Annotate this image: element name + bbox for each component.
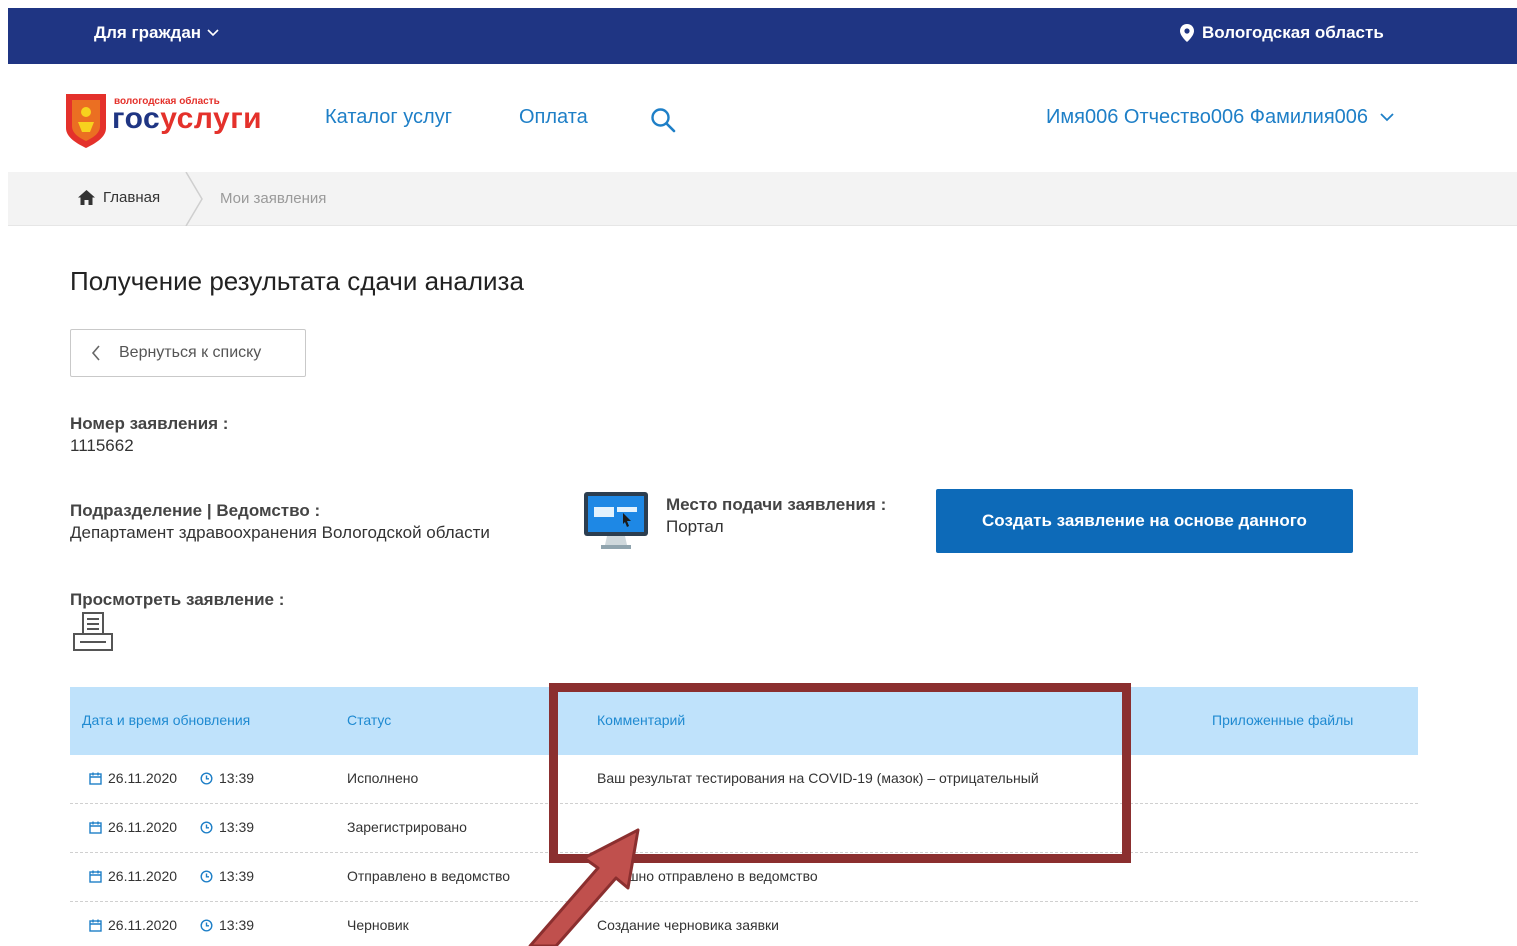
back-to-list-button[interactable]: Вернуться к списку xyxy=(70,329,306,377)
table-row: 26.11.2020 13:39 Исполнено Ваш результат… xyxy=(70,755,1418,804)
logo-name-text: госуслуги xyxy=(112,102,263,135)
top-bar: Для граждан Вологодская область xyxy=(8,8,1517,64)
table-row: 26.11.2020 13:39 Зарегистрировано xyxy=(70,804,1418,853)
region-label: Вологодская область xyxy=(1202,23,1384,42)
user-name: Имя006 Отчество006 Фамилия006 xyxy=(1046,106,1369,128)
row-date: 26.11.2020 xyxy=(89,917,177,933)
table-row: 26.11.2020 13:39 Черновик Создание черно… xyxy=(70,902,1418,946)
region-selector[interactable]: Вологодская область xyxy=(1180,23,1384,43)
clock-icon xyxy=(200,820,213,834)
row-date: 26.11.2020 xyxy=(89,868,177,884)
chevron-left-icon xyxy=(91,345,100,361)
department-label: Подразделение | Ведомство : xyxy=(70,501,321,520)
for-citizens-label: Для граждан xyxy=(94,23,202,42)
calendar-icon xyxy=(89,919,102,932)
breadcrumb-home-label: Главная xyxy=(103,189,161,206)
column-header-comment[interactable]: Комментарий xyxy=(597,712,685,728)
breadcrumb-current: Мои заявления xyxy=(220,190,327,207)
column-header-files[interactable]: Приложенные файлы xyxy=(1212,712,1353,728)
row-comment: Ваш результат тестирования на COVID-19 (… xyxy=(597,770,1039,786)
row-status: Исполнено xyxy=(347,770,419,786)
gosuslugi-logo[interactable]: вологодская область госуслуги xyxy=(64,92,284,150)
row-time: 13:39 xyxy=(200,917,254,933)
clock-icon xyxy=(200,918,213,932)
column-header-datetime[interactable]: Дата и время обновления xyxy=(82,712,250,728)
breadcrumb-home-link[interactable]: Главная xyxy=(78,189,160,206)
nav-payment-link[interactable]: Оплата xyxy=(519,106,588,129)
application-number-label: Номер заявления : xyxy=(70,414,229,433)
row-status: Черновик xyxy=(347,917,409,933)
user-menu[interactable]: Имя006 Отчество006 Фамилия006 xyxy=(1046,106,1394,129)
row-status: Зарегистрировано xyxy=(347,819,467,835)
nav-catalog-link[interactable]: Каталог услуг xyxy=(325,106,452,129)
clock-icon xyxy=(200,869,213,883)
page-title: Получение результата сдачи анализа xyxy=(70,266,524,296)
search-icon[interactable] xyxy=(650,107,676,133)
home-icon xyxy=(78,190,95,205)
row-time: 13:39 xyxy=(200,819,254,835)
calendar-icon xyxy=(89,870,102,883)
for-citizens-menu[interactable]: Для граждан xyxy=(94,23,219,43)
application-number-value: 1115662 xyxy=(70,436,134,455)
row-status: Отправлено в ведомство xyxy=(347,868,511,884)
column-header-status[interactable]: Статус xyxy=(347,712,391,728)
chevron-down-icon xyxy=(1380,113,1394,122)
view-application-label: Просмотреть заявление : xyxy=(70,590,285,609)
location-pin-icon xyxy=(1180,24,1194,42)
site-header: вологодская область госуслуги Каталог ус… xyxy=(8,64,1517,172)
coat-of-arms-icon xyxy=(66,94,106,148)
create-from-this-button[interactable]: Создать заявление на основе данного xyxy=(936,489,1353,553)
department-value: Департамент здравоохранения Вологодской … xyxy=(70,523,490,542)
row-time: 13:39 xyxy=(200,868,254,884)
clock-icon xyxy=(200,771,213,785)
breadcrumb-separator-icon xyxy=(185,172,203,226)
document-print-icon[interactable] xyxy=(73,612,115,652)
submission-place-label: Место подачи заявления : xyxy=(666,495,887,514)
row-comment: Успешно отправлено в ведомство xyxy=(597,868,818,884)
chevron-down-icon xyxy=(207,29,219,37)
calendar-icon xyxy=(89,772,102,785)
calendar-icon xyxy=(89,821,102,834)
submission-place-value: Портал xyxy=(666,517,724,536)
row-time: 13:39 xyxy=(200,770,254,786)
back-to-list-label: Вернуться к списку xyxy=(119,344,262,361)
table-row: 26.11.2020 13:39 Отправлено в ведомство … xyxy=(70,853,1418,902)
row-date: 26.11.2020 xyxy=(89,770,177,786)
row-comment: Создание черновика заявки xyxy=(597,917,779,933)
row-date: 26.11.2020 xyxy=(89,819,177,835)
breadcrumb: Главная Мои заявления xyxy=(8,172,1517,226)
computer-icon xyxy=(584,492,648,549)
history-table-header: Дата и время обновления Статус Комментар… xyxy=(70,687,1418,755)
